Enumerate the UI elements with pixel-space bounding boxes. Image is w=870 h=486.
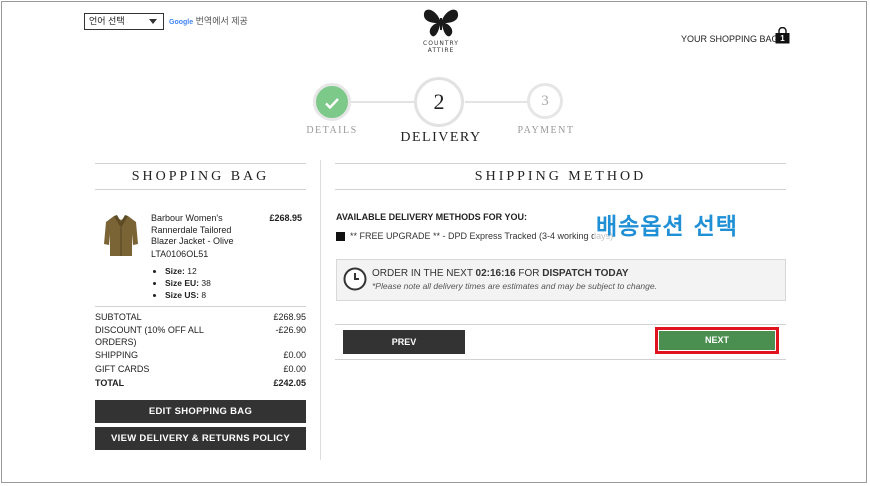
product-specs: Size: 12 Size EU: 38 Size US: 8 [151,265,271,301]
prev-button[interactable]: PREV [343,330,465,354]
spec-size: Size: 12 [165,265,271,277]
google-translate-credit[interactable]: Google 번역에서 제공 [169,14,248,27]
total-value: £242.05 [273,378,306,388]
bag-title-rule-bottom [95,189,306,190]
next-button[interactable]: NEXT [659,331,775,350]
totals-rule [95,306,306,307]
translate-credit-text: 번역에서 제공 [195,16,248,26]
shipping-label: SHIPPING [95,350,139,360]
subtotal-label: SUBTOTAL [95,312,142,322]
bag-count: 1 [780,34,785,43]
dispatch-countdown-text: ORDER IN THE NEXT 02:16:16 FOR DISPATCH … [372,268,629,279]
step-payment-label: PAYMENT [517,125,575,136]
column-divider [320,160,321,460]
brand-name-line2: ATTIRE [427,47,455,54]
buttons-rule-bottom [335,359,786,360]
clock-icon [343,267,367,291]
shipping-method-title: SHIPPING METHOD [474,169,647,184]
brand-name-line1: COUNTRY [423,40,459,47]
shopping-bag-link[interactable]: YOUR SHOPPING BAG [681,34,779,44]
step-details-circle[interactable] [313,83,351,121]
product-price: £268.95 [269,213,302,223]
brand-logo[interactable]: COUNTRY ATTIRE [414,8,468,54]
product-image[interactable] [103,214,139,258]
shipping-title-rule-bottom [335,189,786,190]
countdown-timer: 02:16:16 [475,268,516,279]
spec-size-eu: Size EU: 38 [165,277,271,289]
discount-value: -£26.90 [275,325,306,335]
buttons-rule-top [335,324,786,325]
shopping-bag-icon[interactable]: 1 [774,26,791,44]
product-sku: LTA0106OL51 [151,249,209,259]
step-details-label: DETAILS [306,125,358,136]
step-connector [465,101,529,103]
delivery-estimate-note: *Please note all delivery times are esti… [372,281,657,291]
step-connector [350,101,416,103]
checkmark-icon [325,98,339,110]
gift-cards-label: GIFT CARDS [95,364,150,374]
step-payment-circle: 3 [527,83,563,119]
delivery-option-radio[interactable] [336,232,345,241]
chevron-down-icon [149,19,157,24]
total-label: TOTAL [95,378,125,388]
order-mid: FOR [518,268,540,279]
dispatch-today: DISPATCH TODAY [542,268,629,279]
order-prefix: ORDER IN THE NEXT [372,268,473,279]
step-delivery-number: 2 [433,89,445,114]
delivery-returns-policy-button[interactable]: VIEW DELIVERY & RETURNS POLICY [95,427,306,450]
step-payment-number: 3 [541,93,549,109]
delivery-option-label[interactable]: ** FREE UPGRADE ** - DPD Express Tracked… [350,231,613,243]
discount-label: DISCOUNT (10% OFF ALL ORDERS) [95,325,204,347]
annotation-select-delivery: 배송옵션 선택 [594,212,740,242]
subtotal-value: £268.95 [273,312,306,322]
shipping-value: £0.00 [283,350,306,360]
product-name[interactable]: Barbour Women's Rannerdale Tailored Blaz… [151,213,247,248]
language-select[interactable]: 언어 선택 [84,13,164,30]
butterfly-icon [423,9,459,37]
bag-title-rule-top [95,163,306,164]
step-delivery-label: DELIVERY [400,130,482,145]
step-delivery-circle: 2 [414,77,464,127]
available-methods-label: AVAILABLE DELIVERY METHODS FOR YOU: [336,212,528,222]
gift-cards-value: £0.00 [283,364,306,374]
shopping-bag-title: SHOPPING BAG [131,169,270,184]
dispatch-countdown-box [336,259,786,301]
google-logo: Google [169,19,194,26]
spec-size-us: Size US: 8 [165,289,271,301]
shipping-title-rule-top [335,163,786,164]
language-select-value: 언어 선택 [89,16,125,26]
edit-shopping-bag-button[interactable]: EDIT SHOPPING BAG [95,400,306,423]
